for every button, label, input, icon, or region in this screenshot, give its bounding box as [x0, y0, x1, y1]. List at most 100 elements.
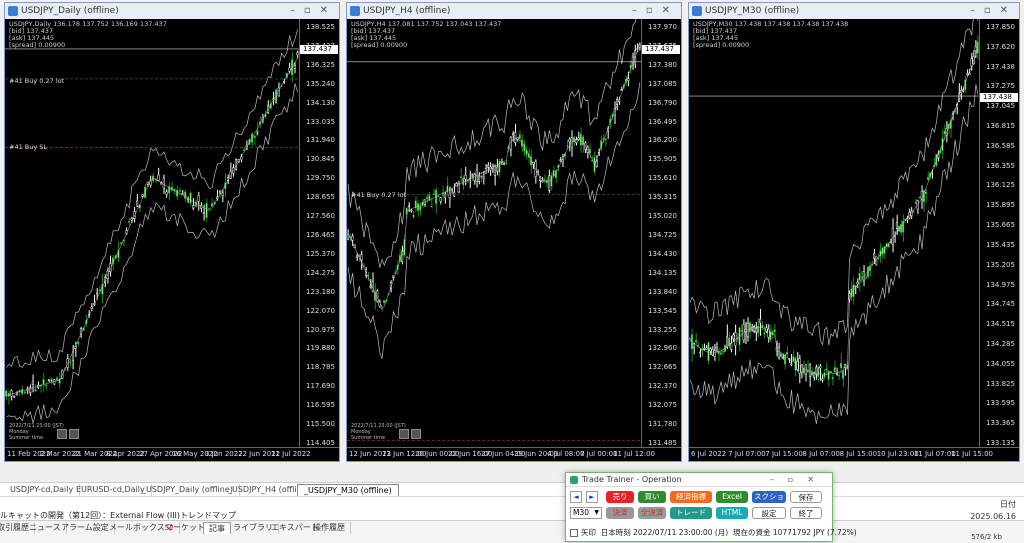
candle-body	[55, 377, 58, 381]
chart-title: USDJPY_H4 (offline)	[363, 6, 451, 16]
candle-body	[355, 255, 358, 258]
candle-body	[794, 357, 797, 371]
chart-titlebar[interactable]: USDJPY_Daily (offline) –▫✕	[5, 3, 339, 19]
candle-body	[842, 371, 845, 379]
candle-body	[891, 227, 894, 245]
chart-titlebar[interactable]: USDJPY_M30 (offline) –▫✕	[689, 3, 1019, 19]
candle-body	[412, 214, 415, 218]
candle-body	[157, 174, 160, 181]
chart-tab-active[interactable]: _USDJPY_M30 (offline)	[297, 484, 399, 496]
price-tick-label: 136.200	[648, 136, 677, 145]
close-position-button[interactable]: 決済	[606, 507, 634, 519]
buy-button[interactable]: 買い	[638, 491, 666, 503]
dialog-window-controls[interactable]: –▫✕	[770, 473, 828, 487]
screenshot-button[interactable]: スクショ	[752, 491, 786, 503]
prev-bar-button[interactable]: ◄	[570, 491, 582, 503]
toolbox-tab-articles[interactable]: 記事	[203, 522, 231, 534]
candle-body	[541, 180, 544, 183]
candle-body	[782, 356, 784, 359]
candle-body	[620, 89, 623, 91]
candle-body	[786, 351, 789, 355]
time-tick-label: 11 Jul 2022	[271, 450, 311, 458]
candle-body	[464, 175, 467, 180]
candle-body	[253, 135, 256, 138]
widget-zoom-icon[interactable]	[57, 429, 67, 439]
info-line: [spread] 0.00900	[351, 41, 408, 49]
window-controls[interactable]: –▫✕	[970, 3, 1017, 19]
sell-button[interactable]: 売り	[606, 491, 634, 503]
price-tick-label: 138.525	[306, 23, 335, 31]
timeframe-select[interactable]: M30 ▼	[570, 507, 602, 519]
candle-body	[595, 161, 598, 167]
time-axis[interactable]: 11 Feb 2022 2 Mar 2022 21 Mar 2022 8 Apr 20…	[5, 447, 339, 461]
price-tick-label: 123.180	[306, 287, 335, 296]
mt4-window: USDJPY_Daily (offline) –▫✕ 138.525 137.43…	[0, 0, 1024, 543]
candle-body	[453, 191, 456, 197]
widget-zoom-icon[interactable]	[399, 429, 409, 439]
candle-body	[924, 191, 927, 195]
window-controls[interactable]: –▫✕	[632, 3, 679, 19]
candle-body	[811, 371, 813, 376]
window-controls[interactable]: –▫✕	[290, 3, 337, 19]
widget-close-icon[interactable]	[69, 429, 79, 439]
dialog-titlebar[interactable]: Trade Trainer - Operation –▫✕	[566, 473, 832, 487]
chart-window-daily[interactable]: USDJPY_Daily (offline) –▫✕ 138.525 137.43…	[4, 2, 340, 462]
candle-body	[927, 177, 929, 180]
candle-body	[705, 347, 708, 350]
price-tick-label: 136.815	[986, 122, 1015, 131]
chart-plot-area[interactable]	[347, 19, 641, 447]
candle-body	[165, 191, 168, 195]
price-axis[interactable]: 137.970137.675137.380137.085136.790136.4…	[641, 19, 681, 447]
candle-body	[808, 364, 811, 377]
chart-info: USDJPY,H4 137.081 137.752 137.043 137.43…	[351, 21, 501, 49]
candle-body	[482, 176, 485, 179]
chart-titlebar[interactable]: USDJPY_H4 (offline) –▫✕	[347, 3, 681, 19]
chart-window-m30[interactable]: USDJPY_M30 (offline) –▫✕ 137.850 137.620 1…	[688, 2, 1020, 462]
arrow-checkbox[interactable]	[570, 529, 578, 537]
settings-button[interactable]: 設定	[752, 507, 786, 519]
price-tick-label: 137.850	[986, 23, 1015, 31]
chart-tab[interactable]: USDJPY-cd,Daily	[4, 484, 81, 496]
time-axis[interactable]: 6 Jul 2022 7 Jul 07:00 7 Jul 15:00 8 Jul 07…	[689, 447, 1019, 461]
candle-body	[450, 188, 453, 191]
candle-body	[825, 368, 828, 371]
next-bar-button[interactable]: ►	[586, 491, 598, 503]
trade-button[interactable]: トレード	[670, 507, 712, 519]
price-axis[interactable]: 137.850 137.620 137.438 137.275 137.045 136.8…	[979, 19, 1019, 447]
close-all-button[interactable]: 全決済	[638, 507, 666, 519]
info-line: [spread] 0.00900	[693, 41, 750, 49]
price-tick-label: 134.055	[986, 359, 1015, 368]
candle-body	[819, 365, 822, 369]
current-time: 日本時刻 2022/07/11 23:00:00 (月)	[600, 528, 729, 537]
price-tick-label: 134.135	[648, 268, 677, 277]
chart-window-h4[interactable]: USDJPY_H4 (offline) –▫✕ 137.970137.67513…	[346, 2, 682, 462]
save-button[interactable]: 保存	[790, 491, 822, 503]
trade-trainer-dialog: Trade Trainer - Operation –▫✕ ◄ ► 売り 買い …	[565, 472, 857, 542]
exit-button[interactable]: 終了	[790, 507, 822, 519]
candle-body	[773, 329, 776, 333]
chart-plot-area[interactable]	[689, 19, 979, 447]
candle-body	[692, 343, 695, 349]
candle-body	[13, 395, 16, 398]
candle-body	[821, 378, 824, 381]
order-level-label: #41 Buy 0.27 lot	[9, 77, 65, 85]
candle-body	[498, 160, 501, 173]
candle-body	[755, 327, 758, 333]
excel-button[interactable]: Excel	[716, 491, 748, 503]
candle-body	[194, 201, 197, 207]
economic-indicator-button[interactable]: 経済指標	[670, 491, 712, 503]
time-axis[interactable]: 12 Jun 2022 13 Jun 12:00 20 Jun 00:00 22 Ju…	[347, 447, 681, 461]
candle-body	[777, 347, 780, 359]
candle-body	[98, 289, 101, 291]
candle-body	[256, 130, 259, 136]
candle-body	[912, 211, 915, 213]
toolbox-tab-journal[interactable]: 操作履歴	[308, 522, 351, 534]
candle-body	[856, 281, 859, 285]
candle-body	[759, 319, 762, 324]
price-axis[interactable]: 138.525 137.437 136.325 135.240 134.130 133.0…	[299, 19, 339, 447]
dialog-title: Trade Trainer - Operation	[582, 475, 682, 484]
candle-body	[77, 341, 80, 345]
html-button[interactable]: HTML	[716, 507, 748, 519]
widget-close-icon[interactable]	[411, 429, 421, 439]
candle-body	[715, 347, 718, 350]
